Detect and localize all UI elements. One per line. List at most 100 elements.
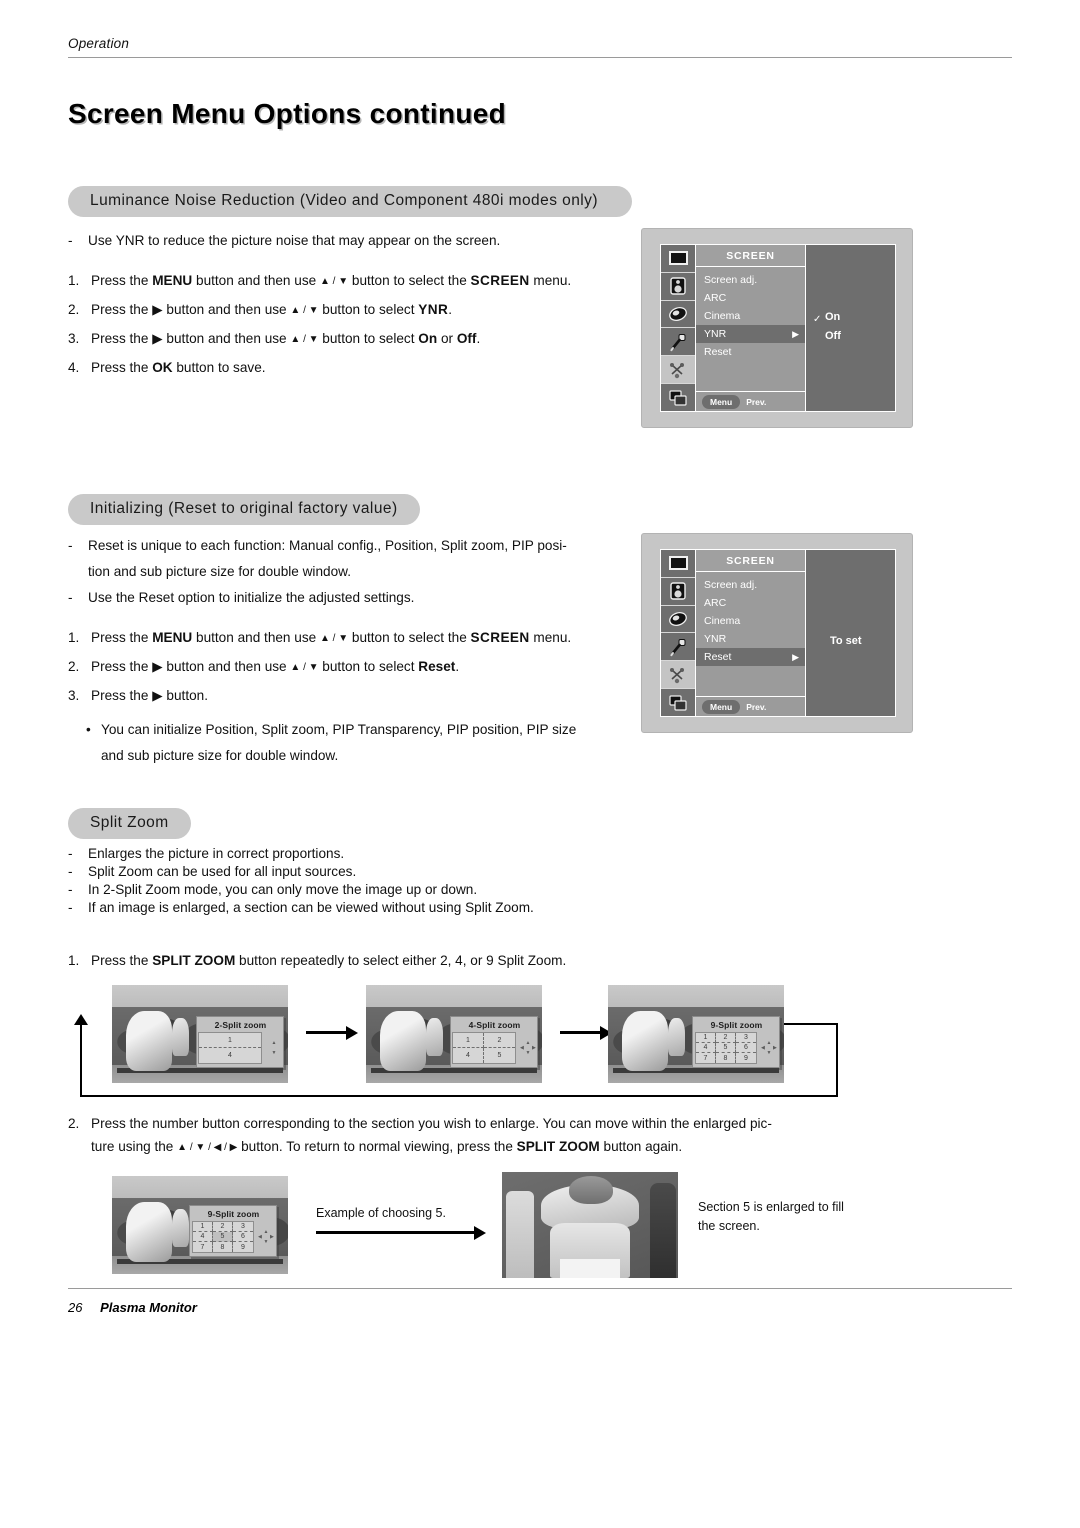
splitzoom-cell[interactable]: 6	[735, 1043, 756, 1054]
sound-icon[interactable]	[661, 273, 695, 301]
osd-prev-label[interactable]: Prev.	[746, 397, 766, 407]
bullet-text: You can initialize Position, Split zoom,…	[101, 722, 577, 763]
section-body-splitzoom: - Enlarges the picture in correct proport…	[68, 845, 688, 917]
splitzoom-cell[interactable]: 1	[452, 1033, 484, 1049]
osd-sidebar	[661, 550, 696, 716]
flow-arrow-line	[560, 1031, 602, 1034]
osd-item-cinema[interactable]: Cinema	[696, 307, 805, 325]
splitzoom-cell[interactable]: 3	[735, 1033, 756, 1044]
splitzoom-cell[interactable]: 4	[453, 1048, 484, 1064]
osd-option-off[interactable]: Off	[825, 330, 841, 342]
check-icon: ✓	[813, 314, 822, 325]
dpad-icon: ▲ ◀ ▶ ▼	[258, 1228, 274, 1245]
osd-menu-button[interactable]: Menu	[702, 699, 741, 714]
step-text: Press the OK button to save.	[91, 360, 266, 375]
osd-panel: SCREEN Screen adj. ARC Cinema YNR Reset ▶…	[660, 549, 896, 717]
osd-value-column: To set	[806, 550, 895, 716]
osd-item-cinema[interactable]: Cinema	[696, 612, 805, 630]
osd-item-arc[interactable]: ARC	[696, 289, 805, 307]
result-pants	[560, 1258, 620, 1278]
splitzoom-cell[interactable]: 6	[232, 1232, 253, 1243]
photo-player	[171, 1018, 190, 1056]
splitzoom-cell[interactable]: 2	[483, 1033, 515, 1049]
dash-marker: -	[68, 538, 73, 553]
step-text: Press the ▶ button and then use ▲ / ▼ bu…	[91, 331, 481, 346]
splitzoom-cell[interactable]: 5	[715, 1043, 736, 1054]
example-arrow-caption: Example of choosing 5.	[316, 1206, 446, 1220]
splitzoom-title: 9-Split zoom	[710, 1020, 763, 1031]
osd-sidebar	[661, 245, 696, 411]
dash-text: Use the Reset option to initialize the a…	[88, 590, 415, 605]
splitzoom-cell[interactable]: 5	[484, 1048, 515, 1063]
screen-icon[interactable]	[661, 661, 695, 690]
page-footer: 26 Plasma Monitor	[68, 1300, 197, 1315]
splitzoom-cell[interactable]: 2	[212, 1222, 233, 1233]
timer-icon[interactable]	[661, 301, 695, 329]
osd-menu-items: Screen adj. ARC Cinema YNR Reset ▶	[696, 572, 805, 696]
timer-icon[interactable]	[661, 606, 695, 634]
special-icon[interactable]	[661, 328, 695, 357]
picture-icon[interactable]	[661, 550, 695, 578]
numbered-step: 1. Press the MENU button and then use ▲ …	[68, 268, 628, 295]
section-heading-splitzoom: Split Zoom	[68, 808, 191, 839]
osd-menu-column: SCREEN Screen adj. ARC Cinema YNR ▶ Reset…	[696, 245, 806, 411]
step-number: 3.	[68, 688, 80, 703]
osd-item-ynr[interactable]: YNR	[696, 630, 805, 648]
osd-value-to-set[interactable]: To set	[830, 635, 862, 647]
dash-item: - If an image is enlarged, a section can …	[68, 899, 688, 917]
step-number: 4.	[68, 360, 80, 375]
splitzoom-cell-selected[interactable]: 5	[212, 1232, 233, 1243]
splitzoom-cell[interactable]: 8	[716, 1053, 736, 1064]
bullet-marker: •	[86, 722, 91, 737]
numbered-step: 4. Press the OK button to save.	[68, 355, 628, 381]
splitzoom-cell[interactable]: 2	[715, 1033, 736, 1044]
page-title: Screen Menu Options continued	[68, 98, 507, 129]
osd-item-ynr[interactable]: YNR ▶	[696, 325, 805, 343]
osd-item-screen-adj[interactable]: Screen adj.	[696, 576, 805, 594]
splitzoom-cell[interactable]: 3	[232, 1222, 253, 1233]
screen-icon[interactable]	[661, 356, 695, 385]
splitzoom-cell[interactable]: 9	[736, 1053, 756, 1063]
splitzoom-photo-2: 2-Split zoom 1 4 ▲ ▼	[112, 985, 288, 1083]
osd-menu-title: SCREEN	[696, 550, 805, 572]
splitzoom-cell[interactable]: 1	[695, 1033, 716, 1044]
special-icon[interactable]	[661, 633, 695, 662]
dash-item: - In 2-Split Zoom mode, you can only move…	[68, 881, 688, 899]
osd-prev-label[interactable]: Prev.	[746, 702, 766, 712]
splitzoom-cell[interactable]: 9	[233, 1242, 253, 1252]
splitzoom-cell[interactable]: 7	[193, 1242, 213, 1253]
pip-icon[interactable]	[661, 689, 695, 716]
pip-icon[interactable]	[661, 384, 695, 411]
step-text: Press the SPLIT ZOOM button repeatedly t…	[91, 953, 567, 968]
splitzoom-inner: 1 4 ▲ ▼	[195, 1032, 286, 1067]
splitzoom-cell[interactable]: 1	[198, 1033, 261, 1049]
chevron-right-icon: ▶	[792, 329, 799, 339]
osd-menu-button[interactable]: Menu	[702, 394, 741, 409]
splitzoom-grid: 1 2 3 4 5 6 7 8 9	[191, 1221, 254, 1254]
flow-arrow-head	[346, 1026, 358, 1040]
photo-player	[667, 1018, 686, 1056]
dash-marker: -	[68, 590, 73, 605]
osd-item-reset[interactable]: Reset	[696, 343, 805, 361]
photo-player	[171, 1209, 190, 1247]
splitzoom-cell[interactable]: 4	[199, 1048, 261, 1063]
photo-player	[126, 1201, 172, 1263]
picture-icon[interactable]	[661, 245, 695, 273]
osd-value-column: ✓ On Off	[806, 245, 895, 411]
osd-option-on[interactable]: On	[825, 311, 840, 323]
splitzoom-cell[interactable]: 1	[192, 1222, 213, 1233]
splitzoom-cell[interactable]: 4	[192, 1232, 213, 1243]
splitzoom-cell[interactable]: 8	[213, 1242, 233, 1253]
osd-item-reset[interactable]: Reset ▶	[696, 648, 805, 666]
sound-icon[interactable]	[661, 578, 695, 606]
dash-item: - Reset is unique to each function: Manu…	[68, 533, 628, 585]
splitzoom-cell[interactable]: 7	[696, 1053, 716, 1064]
osd-item-arc[interactable]: ARC	[696, 594, 805, 612]
osd-item-screen-adj[interactable]: Screen adj.	[696, 271, 805, 289]
flow-arrow-line	[306, 1031, 348, 1034]
example-result-photo	[502, 1172, 678, 1278]
product-name: Plasma Monitor	[100, 1300, 197, 1315]
splitzoom-cell[interactable]: 4	[695, 1043, 716, 1054]
result-cap	[568, 1176, 613, 1204]
section-heading-reset-wrap: Initializing (Reset to original factory …	[68, 494, 420, 525]
